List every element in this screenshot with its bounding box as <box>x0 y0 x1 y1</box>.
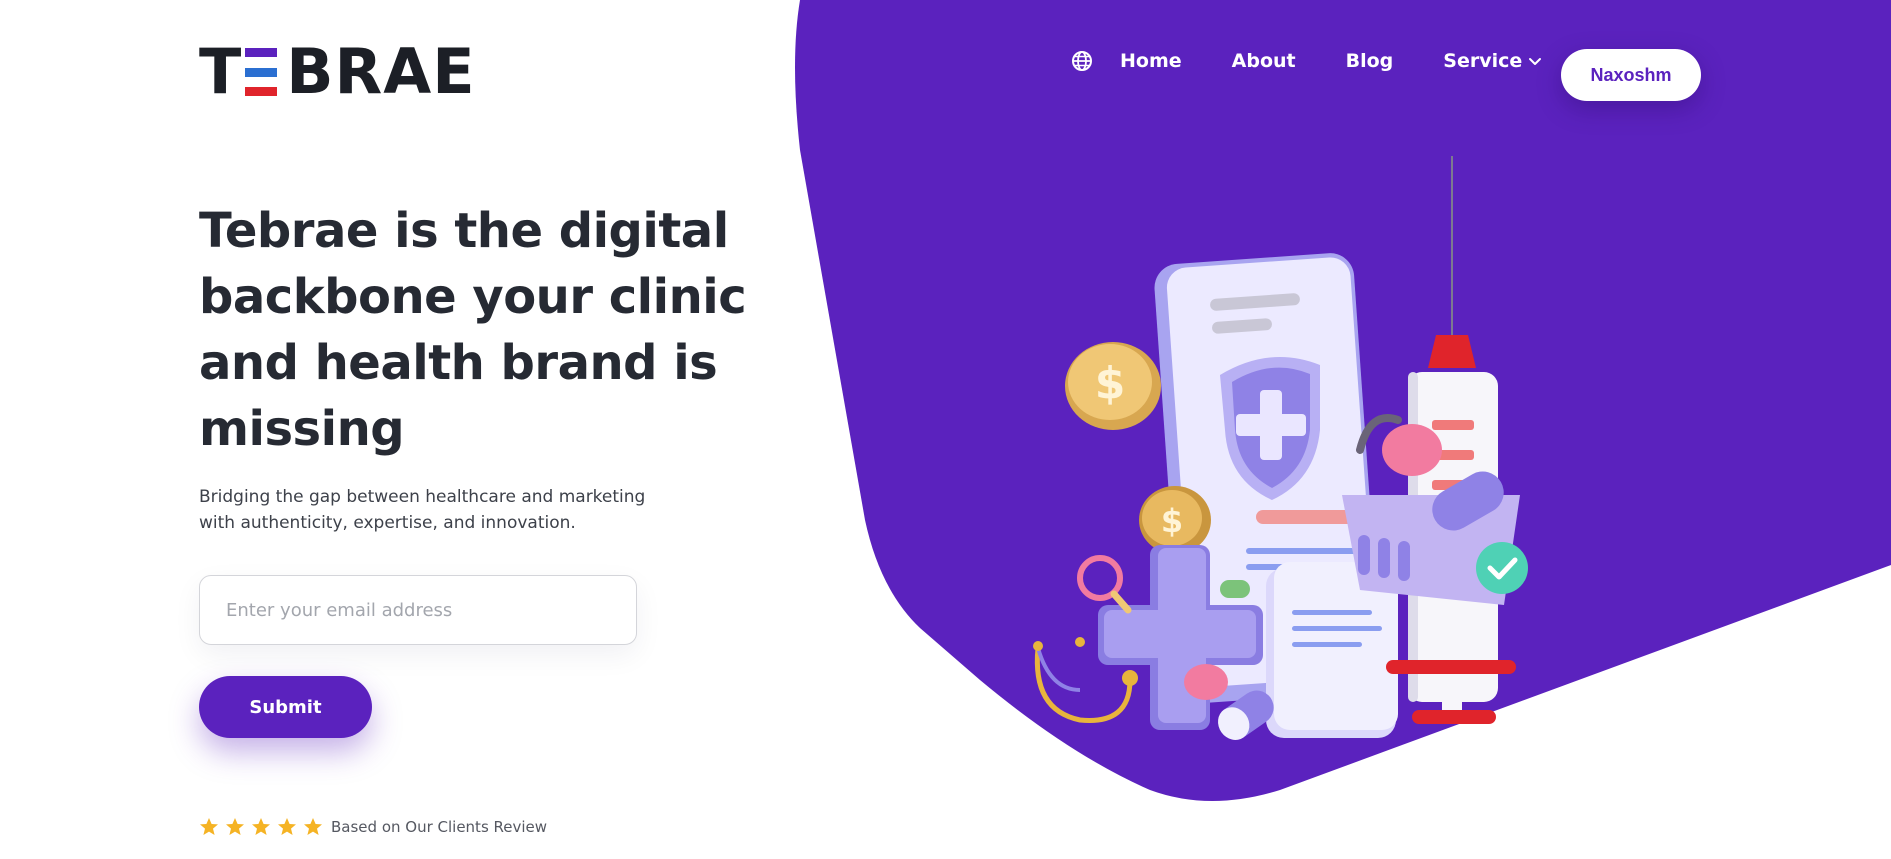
landing-page: T BRAE Home About Blog Service Naxoshm T… <box>0 0 1891 859</box>
logo-stripe-red <box>245 87 278 96</box>
client-rating: Based on Our Clients Review <box>199 817 547 837</box>
logo-stripe-blue <box>245 67 278 77</box>
star-icon <box>278 818 296 835</box>
star-icon <box>226 818 244 835</box>
rating-text: Based on Our Clients Review <box>331 818 548 836</box>
nav-link-about[interactable]: About <box>1232 50 1296 72</box>
globe-icon[interactable] <box>1070 49 1094 73</box>
main-nav: Home About Blog Service <box>1070 49 1586 73</box>
star-icon <box>200 818 218 835</box>
hero-title: Tebrae is the digital backbone your clin… <box>199 203 747 457</box>
svg-text:$: $ <box>1095 358 1126 409</box>
hero-subtitle: Bridging the gap between healthcare and … <box>199 484 669 536</box>
submit-button[interactable]: Submit <box>199 676 372 738</box>
logo-letters-brae: BRAE <box>286 35 476 108</box>
health-app-illustration: $ $ <box>1033 156 1528 740</box>
logo-stripe-purple <box>245 48 278 57</box>
hero-subtitle-line-2: with authenticity, expertise, and innova… <box>199 513 576 533</box>
star-icon <box>252 818 270 835</box>
nav-link-home[interactable]: Home <box>1120 50 1182 72</box>
nav-link-service-label: Service <box>1443 50 1523 72</box>
shopping-basket-graphic <box>1342 414 1528 605</box>
brand-logo[interactable]: T BRAE <box>199 35 476 108</box>
logo-letter-t: T <box>199 35 243 108</box>
nav-cta-button[interactable]: Naxoshm <box>1561 49 1701 101</box>
email-input[interactable] <box>199 575 637 645</box>
hero-subtitle-line-1: Bridging the gap between healthcare and … <box>199 487 646 507</box>
star-icon <box>304 818 322 835</box>
svg-text:$: $ <box>1161 502 1183 540</box>
logo-stripes-mark <box>245 48 283 96</box>
nav-link-blog[interactable]: Blog <box>1346 50 1394 72</box>
nav-link-service[interactable]: Service <box>1443 50 1542 72</box>
magnifier-graphic <box>1077 555 1132 614</box>
chevron-down-icon <box>1529 58 1542 65</box>
